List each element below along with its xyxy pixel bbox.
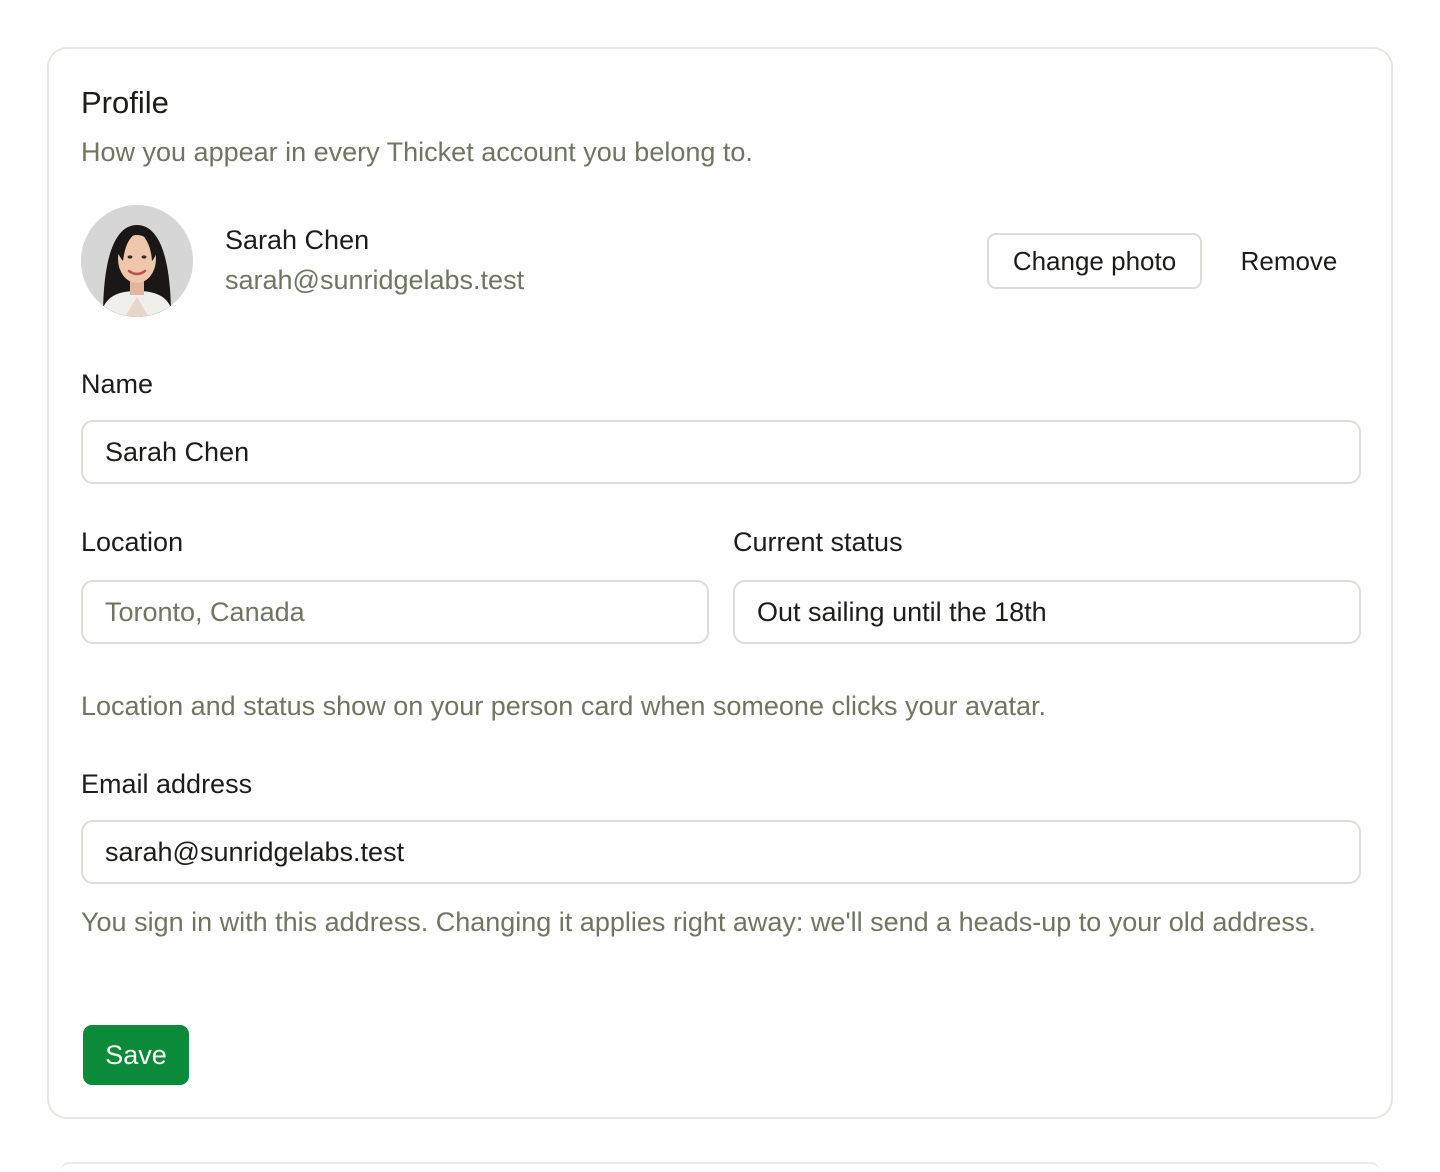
next-card-edge	[60, 1162, 1380, 1172]
avatar	[81, 205, 193, 317]
location-input[interactable]	[81, 580, 709, 644]
identity-name: Sarah Chen	[225, 225, 370, 255]
location-status-help: Location and status show on your person …	[81, 691, 1047, 721]
email-input[interactable]	[81, 820, 1361, 884]
identity-email: sarah@sunridgelabs.test	[225, 265, 525, 295]
email-label: Email address	[81, 769, 253, 799]
change-photo-button[interactable]: Change photo	[987, 233, 1202, 289]
name-input[interactable]	[81, 420, 1361, 484]
profile-card: Profile How you appear in every Thicket …	[47, 47, 1393, 1119]
name-label: Name	[81, 369, 154, 399]
status-label: Current status	[733, 527, 903, 557]
avatar-photo	[81, 205, 193, 317]
email-help: You sign in with this address. Changing …	[81, 907, 1316, 937]
remove-photo-button[interactable]: Remove	[1221, 233, 1357, 289]
location-label: Location	[81, 527, 184, 557]
page-title: Profile	[81, 85, 169, 120]
status-input[interactable]	[733, 580, 1361, 644]
save-button[interactable]: Save	[83, 1025, 189, 1085]
page-subtitle: How you appear in every Thicket account …	[81, 137, 753, 167]
